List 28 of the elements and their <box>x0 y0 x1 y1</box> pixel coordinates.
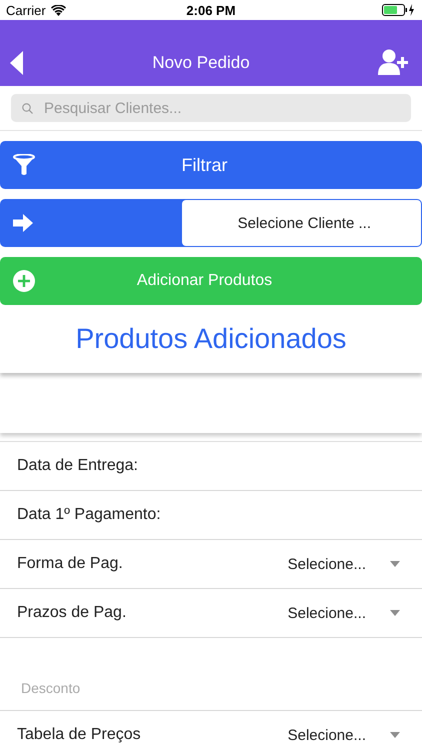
filter-button[interactable]: Filtrar <box>0 141 422 189</box>
arrow-right-icon <box>13 214 33 232</box>
caret-icon <box>390 561 400 567</box>
funnel-icon <box>13 154 35 176</box>
date-row[interactable]: Data 1º Pagamento: <box>0 491 422 540</box>
section-title: Produtos Adicionados <box>76 323 346 355</box>
field-label: Forma de Pag. <box>17 555 123 573</box>
dropdown-row[interactable]: Prazos de Pag. Selecione... <box>0 589 422 638</box>
field-label: Tabela de Preços <box>17 726 141 744</box>
field-label: Prazos de Pag. <box>17 604 126 622</box>
screen-title: Novo Pedido <box>152 53 250 73</box>
clock: 2:06 PM <box>186 2 236 18</box>
add-user-icon[interactable] <box>378 49 408 75</box>
dropdown-value[interactable]: Selecione... <box>288 556 366 572</box>
battery-icon <box>382 4 416 16</box>
search-field[interactable]: Pesquisar Clientes... <box>11 94 411 122</box>
back-icon[interactable] <box>10 51 24 75</box>
dropdown-value[interactable]: Selecione... <box>288 726 366 744</box>
caret-icon <box>390 732 400 738</box>
date-row[interactable]: Data de Entrega: <box>0 442 422 491</box>
carrier-label: Carrier <box>6 2 46 18</box>
caret-icon <box>390 610 400 616</box>
client-select[interactable]: Selecione Cliente ... <box>0 199 422 247</box>
dropdown-value[interactable]: Selecione... <box>288 604 366 622</box>
plus-circle-icon <box>13 270 35 292</box>
dropdown-row[interactable]: Forma de Pag. Selecione... <box>0 540 422 589</box>
wifi-icon <box>50 4 66 16</box>
dropdown-row[interactable]: Tabela de Preços Selecione... <box>0 711 422 750</box>
